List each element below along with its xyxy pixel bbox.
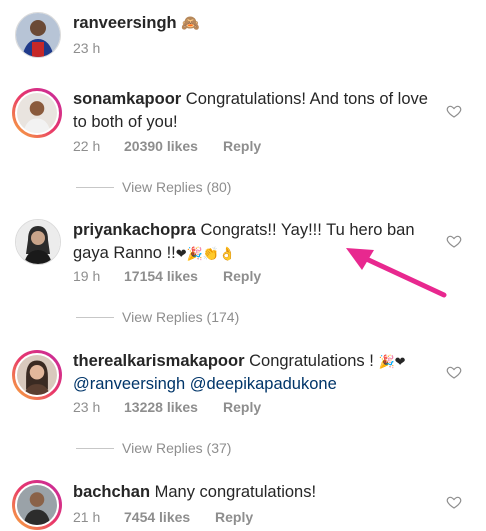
comment-username[interactable]: sonamkapoor: [73, 90, 181, 108]
comment-body: Many congratulations!: [154, 483, 317, 501]
comment-body: Congratulations !: [249, 352, 374, 370]
divider-line: [76, 447, 114, 449]
view-replies-button[interactable]: View Replies (37): [76, 440, 231, 456]
comment-time: 23 h: [73, 399, 101, 415]
like-heart-icon[interactable]: [446, 103, 462, 119]
bachchan-avatar-image: [17, 485, 57, 525]
priyankachopra-avatar-image: [16, 220, 60, 264]
ranveersingh-avatar-image: [16, 13, 60, 57]
comment-therealkarismakapoor: therealkarismakapoor Congratulations ! 🎉…: [73, 350, 433, 396]
annotation-arrow: [346, 248, 447, 298]
reply-button[interactable]: Reply: [223, 399, 261, 415]
post-username[interactable]: ranveersingh: [73, 14, 177, 32]
bachchan-avatar[interactable]: [12, 480, 62, 530]
view-replies-button[interactable]: View Replies (174): [76, 309, 239, 325]
comment-username[interactable]: therealkarismakapoor: [73, 352, 245, 370]
priyankachopra-avatar[interactable]: [15, 219, 61, 265]
reply-button[interactable]: Reply: [223, 268, 261, 284]
comment-likes[interactable]: 17154 likes: [124, 268, 223, 284]
view-replies-button[interactable]: View Replies (80): [76, 179, 231, 195]
reply-button[interactable]: Reply: [223, 138, 261, 154]
post-header: ranveersingh 🙈: [73, 12, 200, 35]
post-author-avatar[interactable]: [15, 12, 61, 58]
heart-party-clap-ok-emojis: ❤🎉👏👌: [175, 246, 236, 262]
comment-bachchan: bachchan Many congratulations!: [73, 481, 433, 504]
comment-likes[interactable]: 7454 likes: [124, 509, 215, 525]
comment-likes[interactable]: 13228 likes: [124, 399, 223, 415]
comment-meta: 21 h 7454 likes Reply: [73, 509, 253, 525]
comment-meta: 23 h 13228 likes Reply: [73, 399, 261, 415]
comment-username[interactable]: priyankachopra: [73, 221, 196, 239]
mention-deepikapadukone[interactable]: @deepikapadukone: [190, 375, 337, 393]
comment-time: 21 h: [73, 509, 101, 525]
sonamkapoor-avatar-image: [17, 93, 57, 133]
comment-meta: 19 h 17154 likes Reply: [73, 268, 261, 284]
mention-ranveersingh[interactable]: @ranveersingh: [73, 375, 185, 393]
comment-likes[interactable]: 20390 likes: [124, 138, 223, 154]
therealkarismakapoor-avatar-image: [17, 355, 57, 395]
therealkarismakapoor-avatar[interactable]: [12, 350, 62, 400]
party-heart-emojis: 🎉❤: [378, 354, 406, 370]
view-replies-label: View Replies (80): [122, 179, 232, 195]
comment-time: 19 h: [73, 268, 101, 284]
see-no-evil-monkey-icon: 🙈: [181, 14, 200, 32]
divider-line: [76, 186, 114, 188]
view-replies-label: View Replies (37): [122, 440, 232, 456]
comment-username[interactable]: bachchan: [73, 483, 150, 501]
sonamkapoor-avatar[interactable]: [12, 88, 62, 138]
like-heart-icon[interactable]: [446, 494, 462, 510]
like-heart-icon[interactable]: [446, 364, 462, 380]
comment-sonamkapoor: sonamkapoor Congratulations! And tons of…: [73, 88, 433, 134]
comment-time: 22 h: [73, 138, 101, 154]
divider-line: [76, 316, 114, 318]
reply-button[interactable]: Reply: [215, 509, 253, 525]
comment-meta: 22 h 20390 likes Reply: [73, 138, 261, 154]
view-replies-label: View Replies (174): [122, 309, 240, 325]
post-time: 23 h: [73, 40, 101, 56]
